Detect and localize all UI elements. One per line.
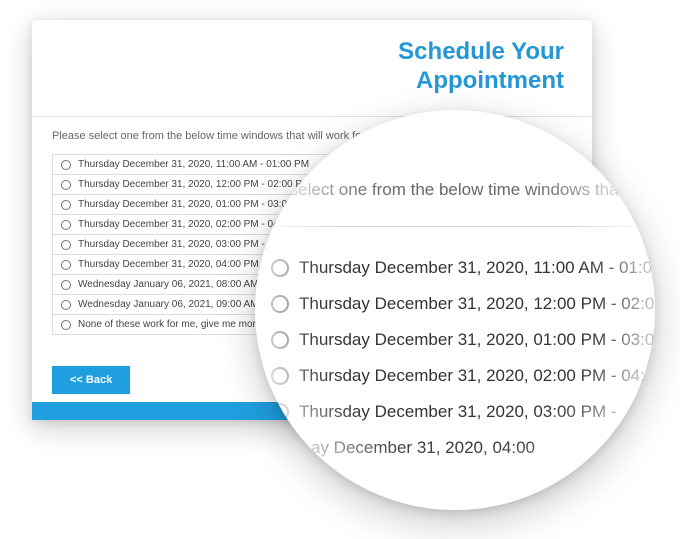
zoom-slot-row: Thursday December 31, 2020, 03:00 PM - [271, 394, 655, 430]
radio-icon [271, 295, 289, 313]
zoom-slot-label: Thursday December 31, 2020, 11:00 AM - 0… [299, 258, 655, 278]
radio-icon [271, 259, 289, 277]
title-line2: Appointment [416, 67, 564, 94]
time-slot-radio[interactable] [61, 220, 71, 230]
time-slot-radio[interactable] [61, 320, 71, 330]
zoom-slot-row: Thursday December 31, 2020, 02:00 PM - 0… [271, 358, 655, 394]
zoom-slot-label: Thursday December 31, 2020, 03:00 PM - [299, 402, 617, 422]
time-slot-radio[interactable] [61, 300, 71, 310]
zoom-slot-label: ay December 31, 2020, 04:00 [311, 438, 535, 458]
zoom-divider [255, 226, 655, 227]
time-slot-radio[interactable] [61, 260, 71, 270]
title-line1: Schedule Your [398, 38, 564, 65]
time-slot-radio[interactable] [61, 280, 71, 290]
radio-icon [271, 367, 289, 385]
time-slot-radio[interactable] [61, 240, 71, 250]
zoom-slot-row: ay December 31, 2020, 04:00 [271, 430, 655, 466]
zoom-slot-row: Thursday December 31, 2020, 12:00 PM - 0… [271, 286, 655, 322]
zoom-slot-row: Thursday December 31, 2020, 01:00 PM - 0… [271, 322, 655, 358]
radio-icon [271, 331, 289, 349]
time-slot-radio[interactable] [61, 180, 71, 190]
zoom-lens: se select one from the below time window… [255, 110, 655, 510]
zoom-slot-label: Thursday December 31, 2020, 01:00 PM - 0… [299, 330, 655, 350]
zoom-slot-list: Thursday December 31, 2020, 11:00 AM - 0… [271, 250, 655, 466]
radio-icon [271, 403, 289, 421]
zoom-slot-label: Thursday December 31, 2020, 02:00 PM - 0… [299, 366, 654, 386]
zoom-slot-label: Thursday December 31, 2020, 12:00 PM - 0… [299, 294, 655, 314]
zoom-slot-row: Thursday December 31, 2020, 11:00 AM - 0… [271, 250, 655, 286]
time-slot-radio[interactable] [61, 200, 71, 210]
back-button[interactable]: << Back [52, 366, 130, 394]
zoom-instruction-text: se select one from the below time window… [255, 180, 655, 200]
page-title: Schedule Your Appointment [398, 38, 564, 96]
time-slot-radio[interactable] [61, 160, 71, 170]
